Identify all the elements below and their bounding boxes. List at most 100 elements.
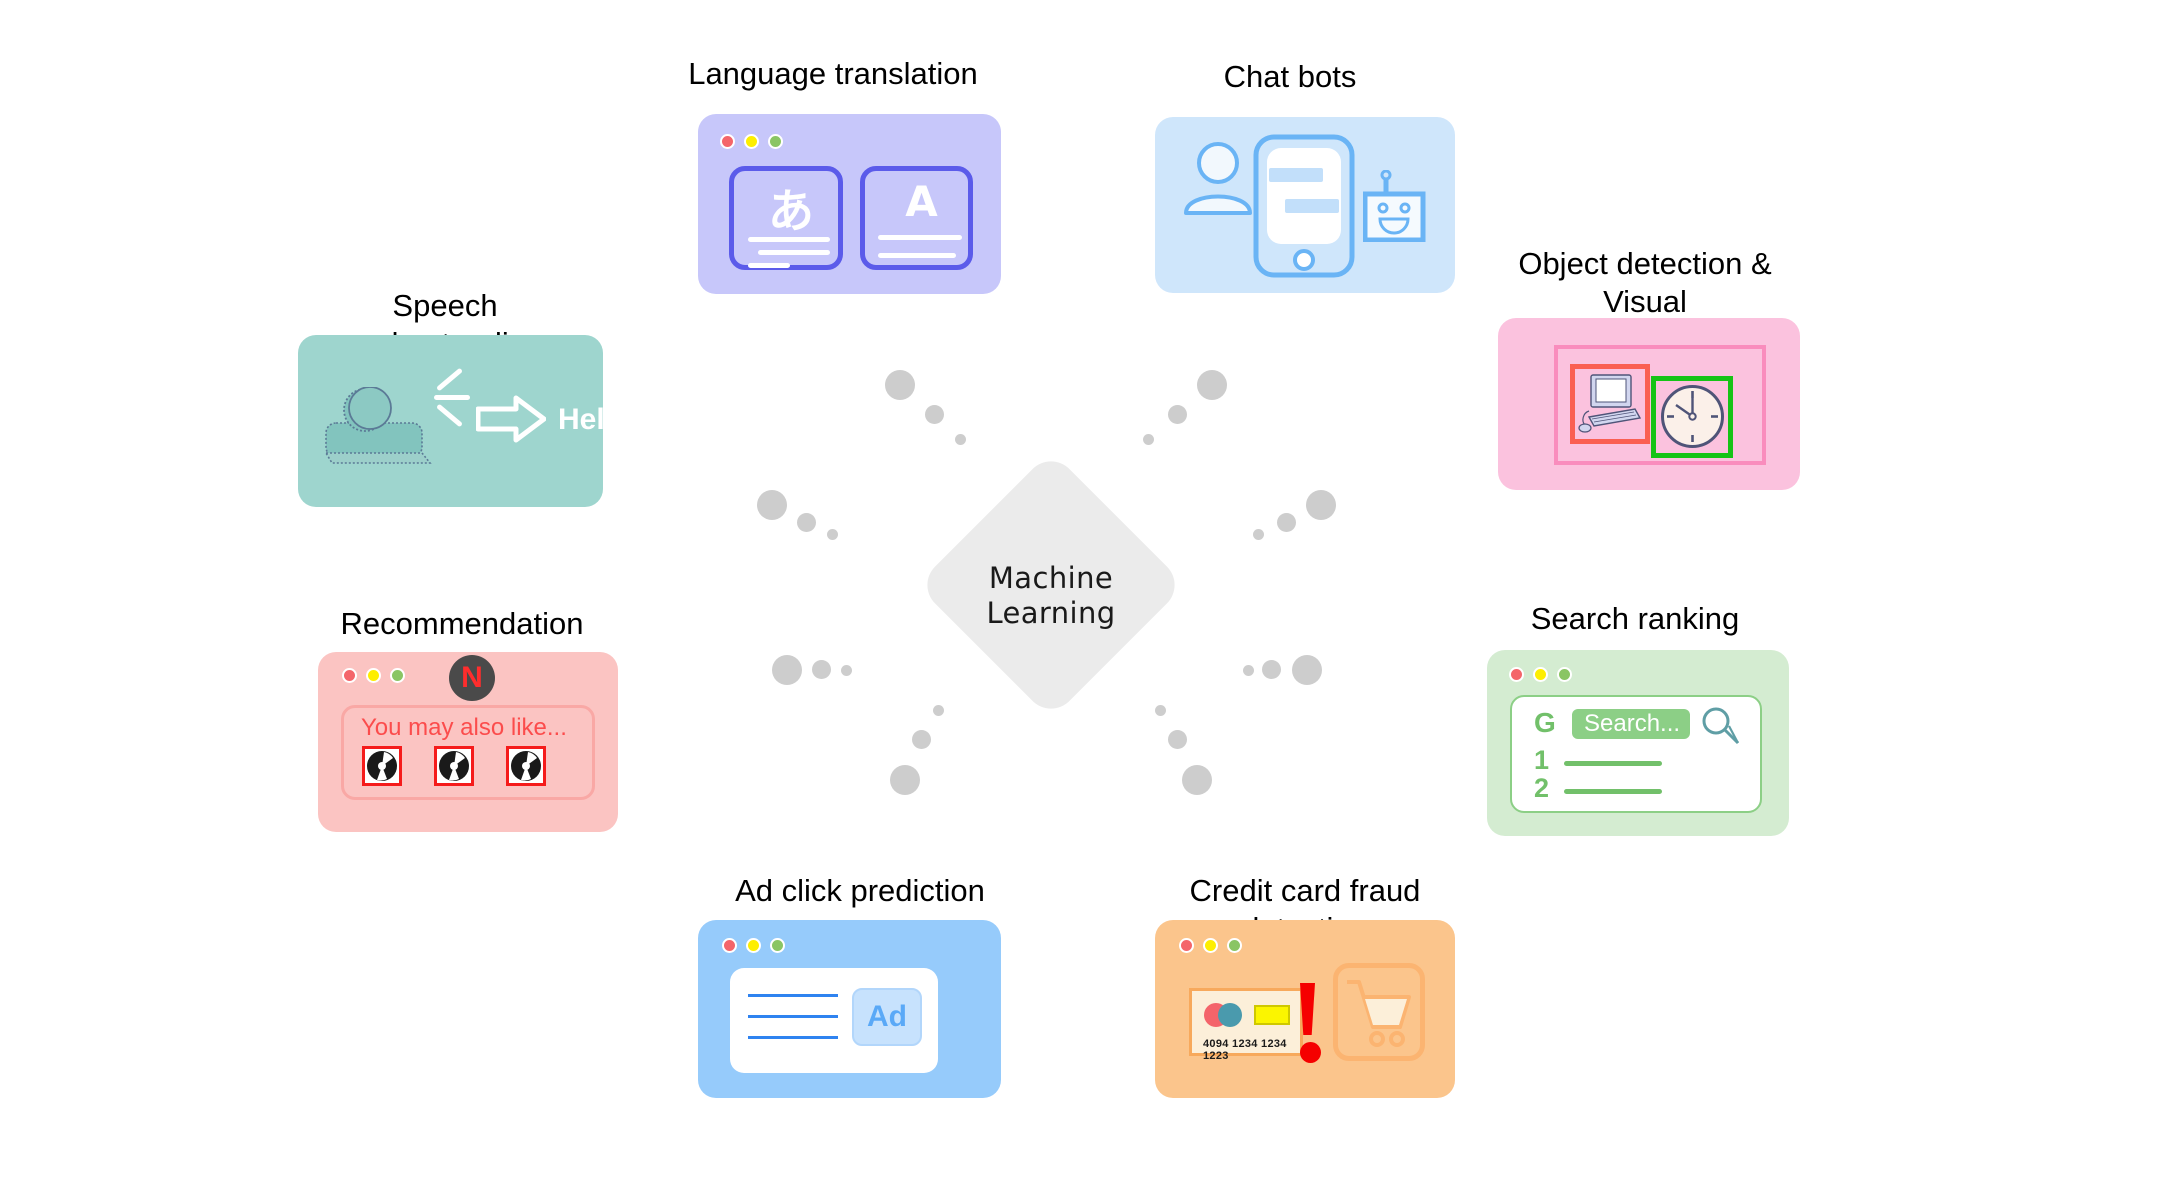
search-ranking-title: Search ranking [1530,601,1740,636]
connector-dot [757,490,787,520]
sound-wave-line [436,367,463,392]
robot-icon [1363,170,1426,242]
connector-dot [1182,765,1212,795]
card-number: 4094 1234 1234 1223 [1203,1038,1287,1062]
search-engine-logo: G [1534,707,1556,738]
rank-number: 1 [1534,745,1550,775]
connector-dot [1292,655,1322,685]
text-line [878,235,962,240]
window-controls[interactable] [720,134,783,149]
window-controls[interactable] [1179,938,1242,953]
connector-dot [827,529,838,540]
connector-dot [1306,490,1336,520]
connector-dot [912,730,931,749]
search-ranking-card[interactable]: G Search... 1 2 [1487,650,1789,836]
card-chip [1254,1005,1290,1025]
chat-bubble-incoming [1269,168,1323,182]
recommendation-panel: You may also like... [341,705,595,800]
speech-understanding-card[interactable]: Hello [298,335,631,507]
fraud-detection-card[interactable]: 4094 1234 1234 1223 [1155,920,1455,1098]
card-logo-circle [1218,1003,1242,1027]
target-language-panel[interactable]: A [860,166,973,270]
diagram-canvas: Machine Learning Speech understanding He… [0,0,2172,1198]
language-translation-title: Language translation [688,56,978,91]
sound-wave-line [436,403,463,428]
window-maximize-dot[interactable] [770,938,785,953]
disc-icon [511,751,541,781]
text-line [878,253,956,258]
window-minimize-dot[interactable] [746,938,761,953]
window-close-dot[interactable] [1179,938,1194,953]
connector-dot [1243,665,1254,676]
arrow-right-icon [476,395,546,443]
window-close-dot[interactable] [1509,667,1524,682]
connector-dot [890,765,920,795]
ad-content-panel: Ad [730,968,938,1073]
thumbnail-item[interactable] [434,746,474,786]
connector-dot [1168,730,1187,749]
rank-number: 2 [1534,773,1550,803]
disc-icon [367,751,397,781]
search-input-placeholder: Search... [1584,710,1681,737]
window-minimize-dot[interactable] [1203,938,1218,953]
search-input[interactable]: Search... [1572,709,1690,739]
speech-output-text: Hello [558,403,632,436]
center-node-label: Machine Learning [986,561,1116,631]
window-minimize-dot[interactable] [744,134,759,149]
shopping-cart-icon [1347,980,1411,1047]
connector-dot [1143,434,1154,445]
text-line [748,1015,838,1018]
chat-bots-title: Chat bots [1223,59,1357,94]
ad-click-prediction-card[interactable]: Ad [698,920,1001,1098]
exclamation-dot [1300,1042,1321,1063]
window-maximize-dot[interactable] [768,134,783,149]
window-controls[interactable] [722,938,785,953]
text-line [758,250,830,255]
connector-dot [925,405,944,424]
window-close-dot[interactable] [722,938,737,953]
window-minimize-dot[interactable] [366,668,381,683]
disc-icon [439,751,469,781]
window-maximize-dot[interactable] [390,668,405,683]
window-controls[interactable] [1509,667,1572,682]
thumbnail-item[interactable] [506,746,546,786]
source-language-panel[interactable]: あ [729,166,843,270]
ad-banner[interactable]: Ad [852,988,922,1046]
ad-click-prediction-title: Ad click prediction [735,873,985,908]
connector-dot [885,370,915,400]
rank-result-line [1564,761,1662,766]
window-maximize-dot[interactable] [1557,667,1572,682]
clock-icon [1661,385,1724,448]
recommendation-systems-card[interactable]: N You may also like... [318,652,618,832]
search-icon[interactable] [1700,705,1742,747]
text-line [748,263,790,268]
text-line [748,1036,838,1039]
text-line [748,237,830,242]
sound-wave-line [434,395,470,400]
connector-dot [841,665,852,676]
recommendation-heading: You may also like... [361,714,567,741]
connector-dot [1262,660,1281,679]
text-line [748,994,838,997]
connector-dot [1168,405,1187,424]
connector-dot [955,434,966,445]
ad-banner-label: Ad [867,1000,907,1033]
rank-result-line [1564,789,1662,794]
object-detection-card[interactable] [1498,318,1800,490]
connector-dot [1197,370,1227,400]
connector-dot [812,660,831,679]
connector-dot [1155,705,1166,716]
window-minimize-dot[interactable] [1533,667,1548,682]
window-maximize-dot[interactable] [1227,938,1242,953]
window-close-dot[interactable] [342,668,357,683]
language-translation-card[interactable]: あ A [698,114,1001,294]
source-language-glyph: あ [768,184,814,238]
connector-dot [1277,513,1296,532]
person-speaking-icon [324,387,432,464]
chat-bots-card[interactable] [1155,117,1455,293]
window-controls[interactable] [342,668,405,683]
computer-icon [1578,374,1642,433]
search-results-panel: G Search... 1 2 [1510,695,1762,813]
window-close-dot[interactable] [720,134,735,149]
thumbnail-item[interactable] [362,746,402,786]
